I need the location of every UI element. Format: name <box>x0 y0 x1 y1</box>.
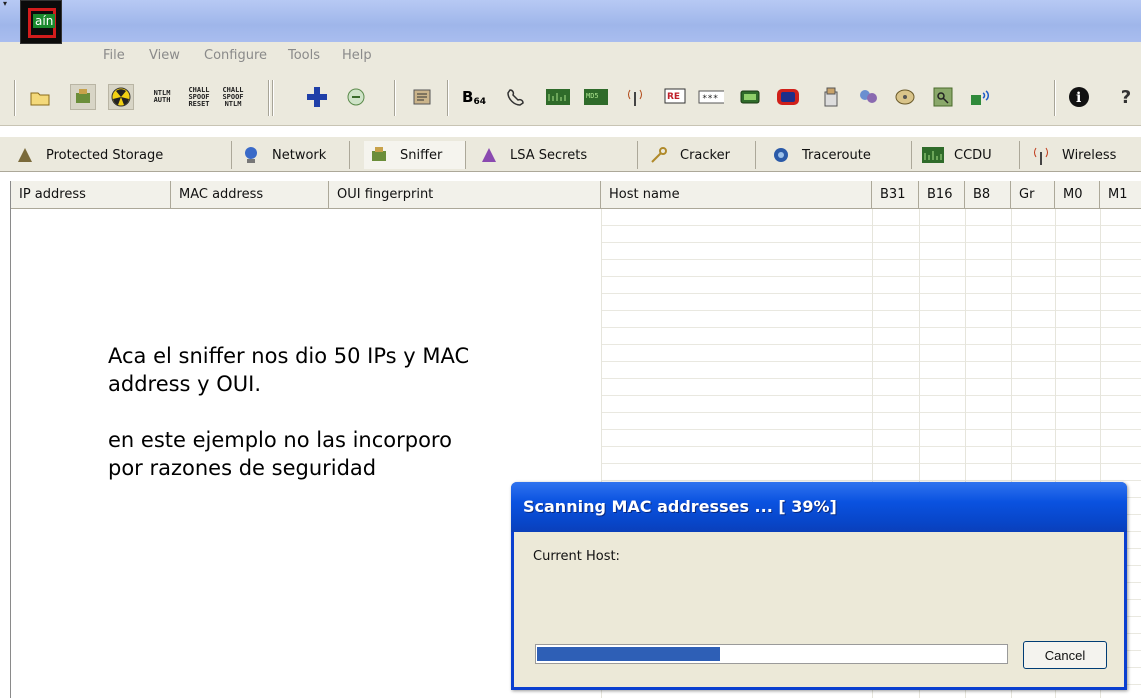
system-menu-icon[interactable]: ▾ <box>3 0 11 10</box>
sniffer-toggle-icon[interactable] <box>70 84 96 110</box>
network-globe-icon <box>240 144 262 166</box>
col-m0[interactable]: M0 <box>1055 181 1100 209</box>
about-icon[interactable]: i <box>1066 84 1092 110</box>
svg-text:i: i <box>1076 90 1081 106</box>
menu-file[interactable]: File <box>103 48 125 63</box>
key-icon[interactable] <box>930 84 956 110</box>
wireless-antenna-icon <box>1030 144 1052 166</box>
open-folder-icon[interactable] <box>27 84 53 110</box>
menu-bar: File View Configure Tools Help <box>0 42 1141 70</box>
rdp-icon[interactable]: RE <box>662 84 688 110</box>
cain-logo-icon: aín <box>20 0 62 44</box>
chall-spoof-ntlm-icon[interactable]: CHALL SPOOF NTLM <box>220 84 246 110</box>
vnc-icon[interactable] <box>775 84 801 110</box>
tab-strip: Protected Storage Network Sniffer LSA Se… <box>0 137 1141 172</box>
sniffer-icon <box>368 144 390 166</box>
scanning-dialog: Scanning MAC addresses ... [ 39%] Curren… <box>511 482 1127 690</box>
annotation-para-1: Aca el sniffer nos dio 50 IPs y MAC addr… <box>108 344 470 396</box>
col-b8[interactable]: B8 <box>965 181 1011 209</box>
wireless-link-icon[interactable] <box>968 84 994 110</box>
svg-text:RE: RE <box>667 92 680 102</box>
tab-network[interactable]: Network <box>236 141 350 169</box>
col-mac-address[interactable]: MAC address <box>171 181 329 209</box>
menu-configure[interactable]: Configure <box>204 48 267 63</box>
hash-calc-icon[interactable] <box>545 84 571 110</box>
title-bar: ▾ <box>0 0 1141 42</box>
remove-icon[interactable] <box>343 84 369 110</box>
table-header: IP address MAC address OUI fingerprint H… <box>11 181 1141 209</box>
col-gr[interactable]: Gr <box>1011 181 1055 209</box>
scan-progress-bar <box>535 644 1008 664</box>
tab-ccdu[interactable]: CCDU <box>918 141 1020 169</box>
decoder-icon[interactable] <box>409 84 435 110</box>
tab-wireless[interactable]: Wireless <box>1026 141 1141 169</box>
wireless-scanner-icon[interactable] <box>622 84 648 110</box>
annotation-para-2: en este ejemplo no las incorporo por raz… <box>108 428 452 480</box>
tab-sniffer[interactable]: Sniffer <box>364 141 466 169</box>
cancel-button[interactable]: Cancel <box>1023 641 1107 669</box>
ntlm-auth-icon[interactable]: NTLM AUTH <box>149 84 175 110</box>
tab-protected-storage[interactable]: Protected Storage <box>10 141 232 169</box>
tab-lsa-secrets[interactable]: LSA Secrets <box>474 141 638 169</box>
dialog-title: Scanning MAC addresses ... [ 39%] <box>523 497 837 516</box>
cracker-key-icon <box>648 144 670 166</box>
col-oui-fingerprint[interactable]: OUI fingerprint <box>329 181 601 209</box>
progress-fill <box>537 647 720 661</box>
menu-view[interactable]: View <box>149 48 180 63</box>
svg-text:MD5: MD5 <box>586 92 599 100</box>
add-icon[interactable] <box>304 84 330 110</box>
phone-icon[interactable] <box>503 84 529 110</box>
md5-hash-icon[interactable]: MD5 <box>583 84 609 110</box>
annotation-text: Aca el sniffer nos dio 50 IPs y MAC addr… <box>108 342 508 510</box>
help-icon[interactable]: ? <box>1113 84 1139 110</box>
base64-icon[interactable]: B 64 <box>461 84 487 110</box>
logo-text: aín <box>33 14 56 28</box>
network-users-icon[interactable] <box>855 84 881 110</box>
col-b31[interactable]: B31 <box>872 181 919 209</box>
col-ip-address[interactable]: IP address <box>11 181 171 209</box>
menu-tools[interactable]: Tools <box>288 48 320 63</box>
lsa-secrets-icon <box>478 144 500 166</box>
traceroute-icon <box>770 144 792 166</box>
lsa-dump-icon[interactable] <box>737 84 763 110</box>
svg-text:***: *** <box>702 94 718 104</box>
sid-scanner-icon[interactable] <box>818 84 844 110</box>
ccdu-icon <box>922 144 944 166</box>
current-host-label: Current Host: <box>533 549 620 564</box>
protected-storage-icon <box>14 144 36 166</box>
col-m1[interactable]: M1 <box>1100 181 1141 209</box>
menu-help[interactable]: Help <box>342 48 372 63</box>
dialog-title-bar[interactable]: Scanning MAC addresses ... [ 39%] <box>511 482 1127 532</box>
disk-icon[interactable] <box>892 84 918 110</box>
tab-cracker[interactable]: Cracker <box>644 141 756 169</box>
apr-poison-icon[interactable] <box>108 84 134 110</box>
chall-spoof-reset-icon[interactable]: CHALL SPOOF RESET <box>186 84 212 110</box>
tab-traceroute[interactable]: Traceroute <box>766 141 912 169</box>
password-field-icon[interactable]: *** <box>698 84 724 110</box>
col-b16[interactable]: B16 <box>919 181 965 209</box>
toolbar: NTLM AUTH CHALL SPOOF RESET CHALL SPOOF NTLM … <box>0 70 1141 126</box>
col-host-name[interactable]: Host name <box>601 181 872 209</box>
